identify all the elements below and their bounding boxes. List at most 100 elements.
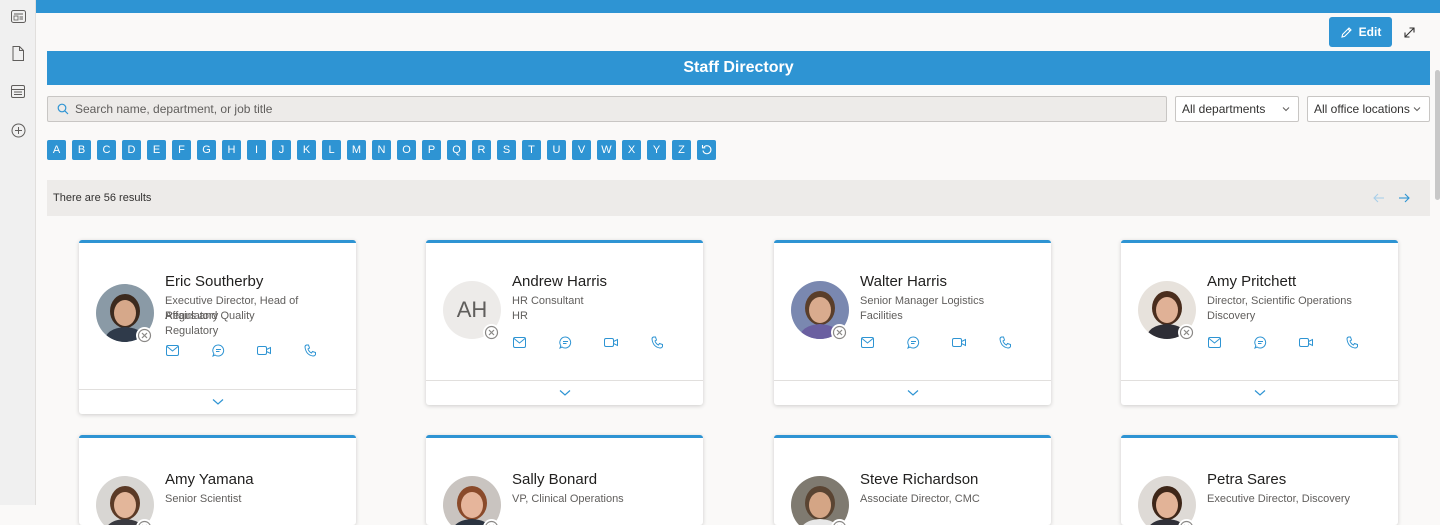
edit-label: Edit [1359,25,1382,39]
letter-filter-d[interactable]: D [122,140,141,160]
letter-filter-e[interactable]: E [147,140,166,160]
results-bar: There are 56 results [47,180,1430,216]
letter-filter-c[interactable]: C [97,140,116,160]
next-page-icon[interactable] [1396,191,1412,205]
video-call-icon[interactable] [604,335,618,349]
add-circle-icon[interactable] [9,121,27,139]
letter-filter-x[interactable]: X [622,140,641,160]
letter-filter-h[interactable]: H [222,140,241,160]
person-name[interactable]: Sally Bonard [512,471,597,488]
chat-icon[interactable] [1253,335,1267,349]
news-icon[interactable] [9,7,27,25]
avatar [96,476,154,525]
contact-actions [512,335,664,349]
mail-icon[interactable] [1207,335,1221,349]
letter-filter-w[interactable]: W [597,140,616,160]
letter-filter-b[interactable]: B [72,140,91,160]
person-card[interactable]: AH Andrew Harris HR ConsultantHR [426,240,703,405]
phone-icon[interactable] [303,343,317,357]
mail-icon[interactable] [860,335,874,349]
person-card[interactable]: Amy Pritchett Director, Scientific Operat… [1121,240,1398,405]
phone-icon[interactable] [1345,335,1359,349]
video-call-icon[interactable] [1299,335,1313,349]
presence-offline-icon [1178,324,1195,341]
document-icon[interactable] [9,44,27,62]
chat-icon[interactable] [558,335,572,349]
results-count: There are 56 results [53,192,151,204]
letter-filter-k[interactable]: K [297,140,316,160]
presence-offline-icon [1178,519,1195,525]
expand-icon[interactable] [1400,23,1418,41]
letter-filter-j[interactable]: J [272,140,291,160]
chevron-down-icon [212,398,224,406]
person-name[interactable]: Amy Pritchett [1207,273,1296,290]
letter-filter-a[interactable]: A [47,140,66,160]
person-name[interactable]: Amy Yamana [165,471,254,488]
presence-offline-icon [483,324,500,341]
avatar [1138,476,1196,525]
chat-icon[interactable] [211,343,225,357]
letter-filter-n[interactable]: N [372,140,391,160]
person-card[interactable]: Steve RichardsonAssociate Director, CMC [774,435,1051,525]
expand-card-button[interactable] [1121,380,1398,404]
letter-filter-l[interactable]: L [322,140,341,160]
previous-page-icon[interactable] [1371,191,1387,205]
person-name[interactable]: Steve Richardson [860,471,978,488]
department-filter-value: All departments [1182,102,1265,116]
letter-filter-t[interactable]: T [522,140,541,160]
person-card[interactable]: Walter HarrisSenior Manager LogisticsFac… [774,240,1051,405]
person-name[interactable]: Eric Southerby [165,273,263,290]
phone-icon[interactable] [998,335,1012,349]
letter-filter-q[interactable]: Q [447,140,466,160]
reset-filter-icon[interactable] [697,140,716,160]
person-card[interactable]: Petra SaresExecutive Director, Discovery [1121,435,1398,525]
presence-offline-icon [831,324,848,341]
person-card[interactable]: Eric SoutherbyExecutive Director, Head o… [79,240,356,414]
scrollbar[interactable] [1435,70,1440,200]
presence-offline-icon [136,519,153,525]
chat-icon[interactable] [906,335,920,349]
person-title: Director, Scientific Operations [1207,294,1393,309]
location-filter[interactable]: All office locations [1307,96,1430,122]
letter-filter-o[interactable]: O [397,140,416,160]
presence-offline-icon [136,327,153,344]
location-filter-value: All office locations [1314,102,1410,116]
letter-filter-v[interactable]: V [572,140,591,160]
video-call-icon[interactable] [952,335,966,349]
letter-filter-s[interactable]: S [497,140,516,160]
chevron-down-icon [1281,104,1291,114]
person-title: HR Consultant [512,294,698,309]
letter-filter-z[interactable]: Z [672,140,691,160]
edit-button[interactable]: Edit [1329,17,1392,47]
person-name[interactable]: Petra Sares [1207,471,1286,488]
mail-icon[interactable] [165,343,179,357]
expand-card-button[interactable] [426,380,703,404]
letter-filter-i[interactable]: I [247,140,266,160]
pencil-icon [1340,26,1353,39]
letter-filter-g[interactable]: G [197,140,216,160]
expand-card-button[interactable] [79,389,356,413]
letter-filter-u[interactable]: U [547,140,566,160]
search-input[interactable] [75,102,1125,116]
letter-filter-p[interactable]: P [422,140,441,160]
letter-filter-f[interactable]: F [172,140,191,160]
letter-filter-m[interactable]: M [347,140,366,160]
page-title: Staff Directory [47,51,1430,85]
expand-card-button[interactable] [774,380,1051,404]
list-icon[interactable] [9,82,27,100]
person-name[interactable]: Walter Harris [860,273,947,290]
phone-icon[interactable] [650,335,664,349]
avatar-initials: AH [457,297,488,323]
person-card[interactable]: Amy YamanaSenior Scientist [79,435,356,525]
person-name[interactable]: Andrew Harris [512,273,607,290]
chevron-down-icon [1412,104,1422,114]
search-box[interactable] [47,96,1167,122]
department-filter[interactable]: All departments [1175,96,1299,122]
letter-filter-y[interactable]: Y [647,140,666,160]
letter-filter-r[interactable]: R [472,140,491,160]
chevron-down-icon [907,389,919,397]
video-call-icon[interactable] [257,343,271,357]
person-card[interactable]: Sally BonardVP, Clinical Operations [426,435,703,525]
person-department: HR [512,309,698,324]
mail-icon[interactable] [512,335,526,349]
